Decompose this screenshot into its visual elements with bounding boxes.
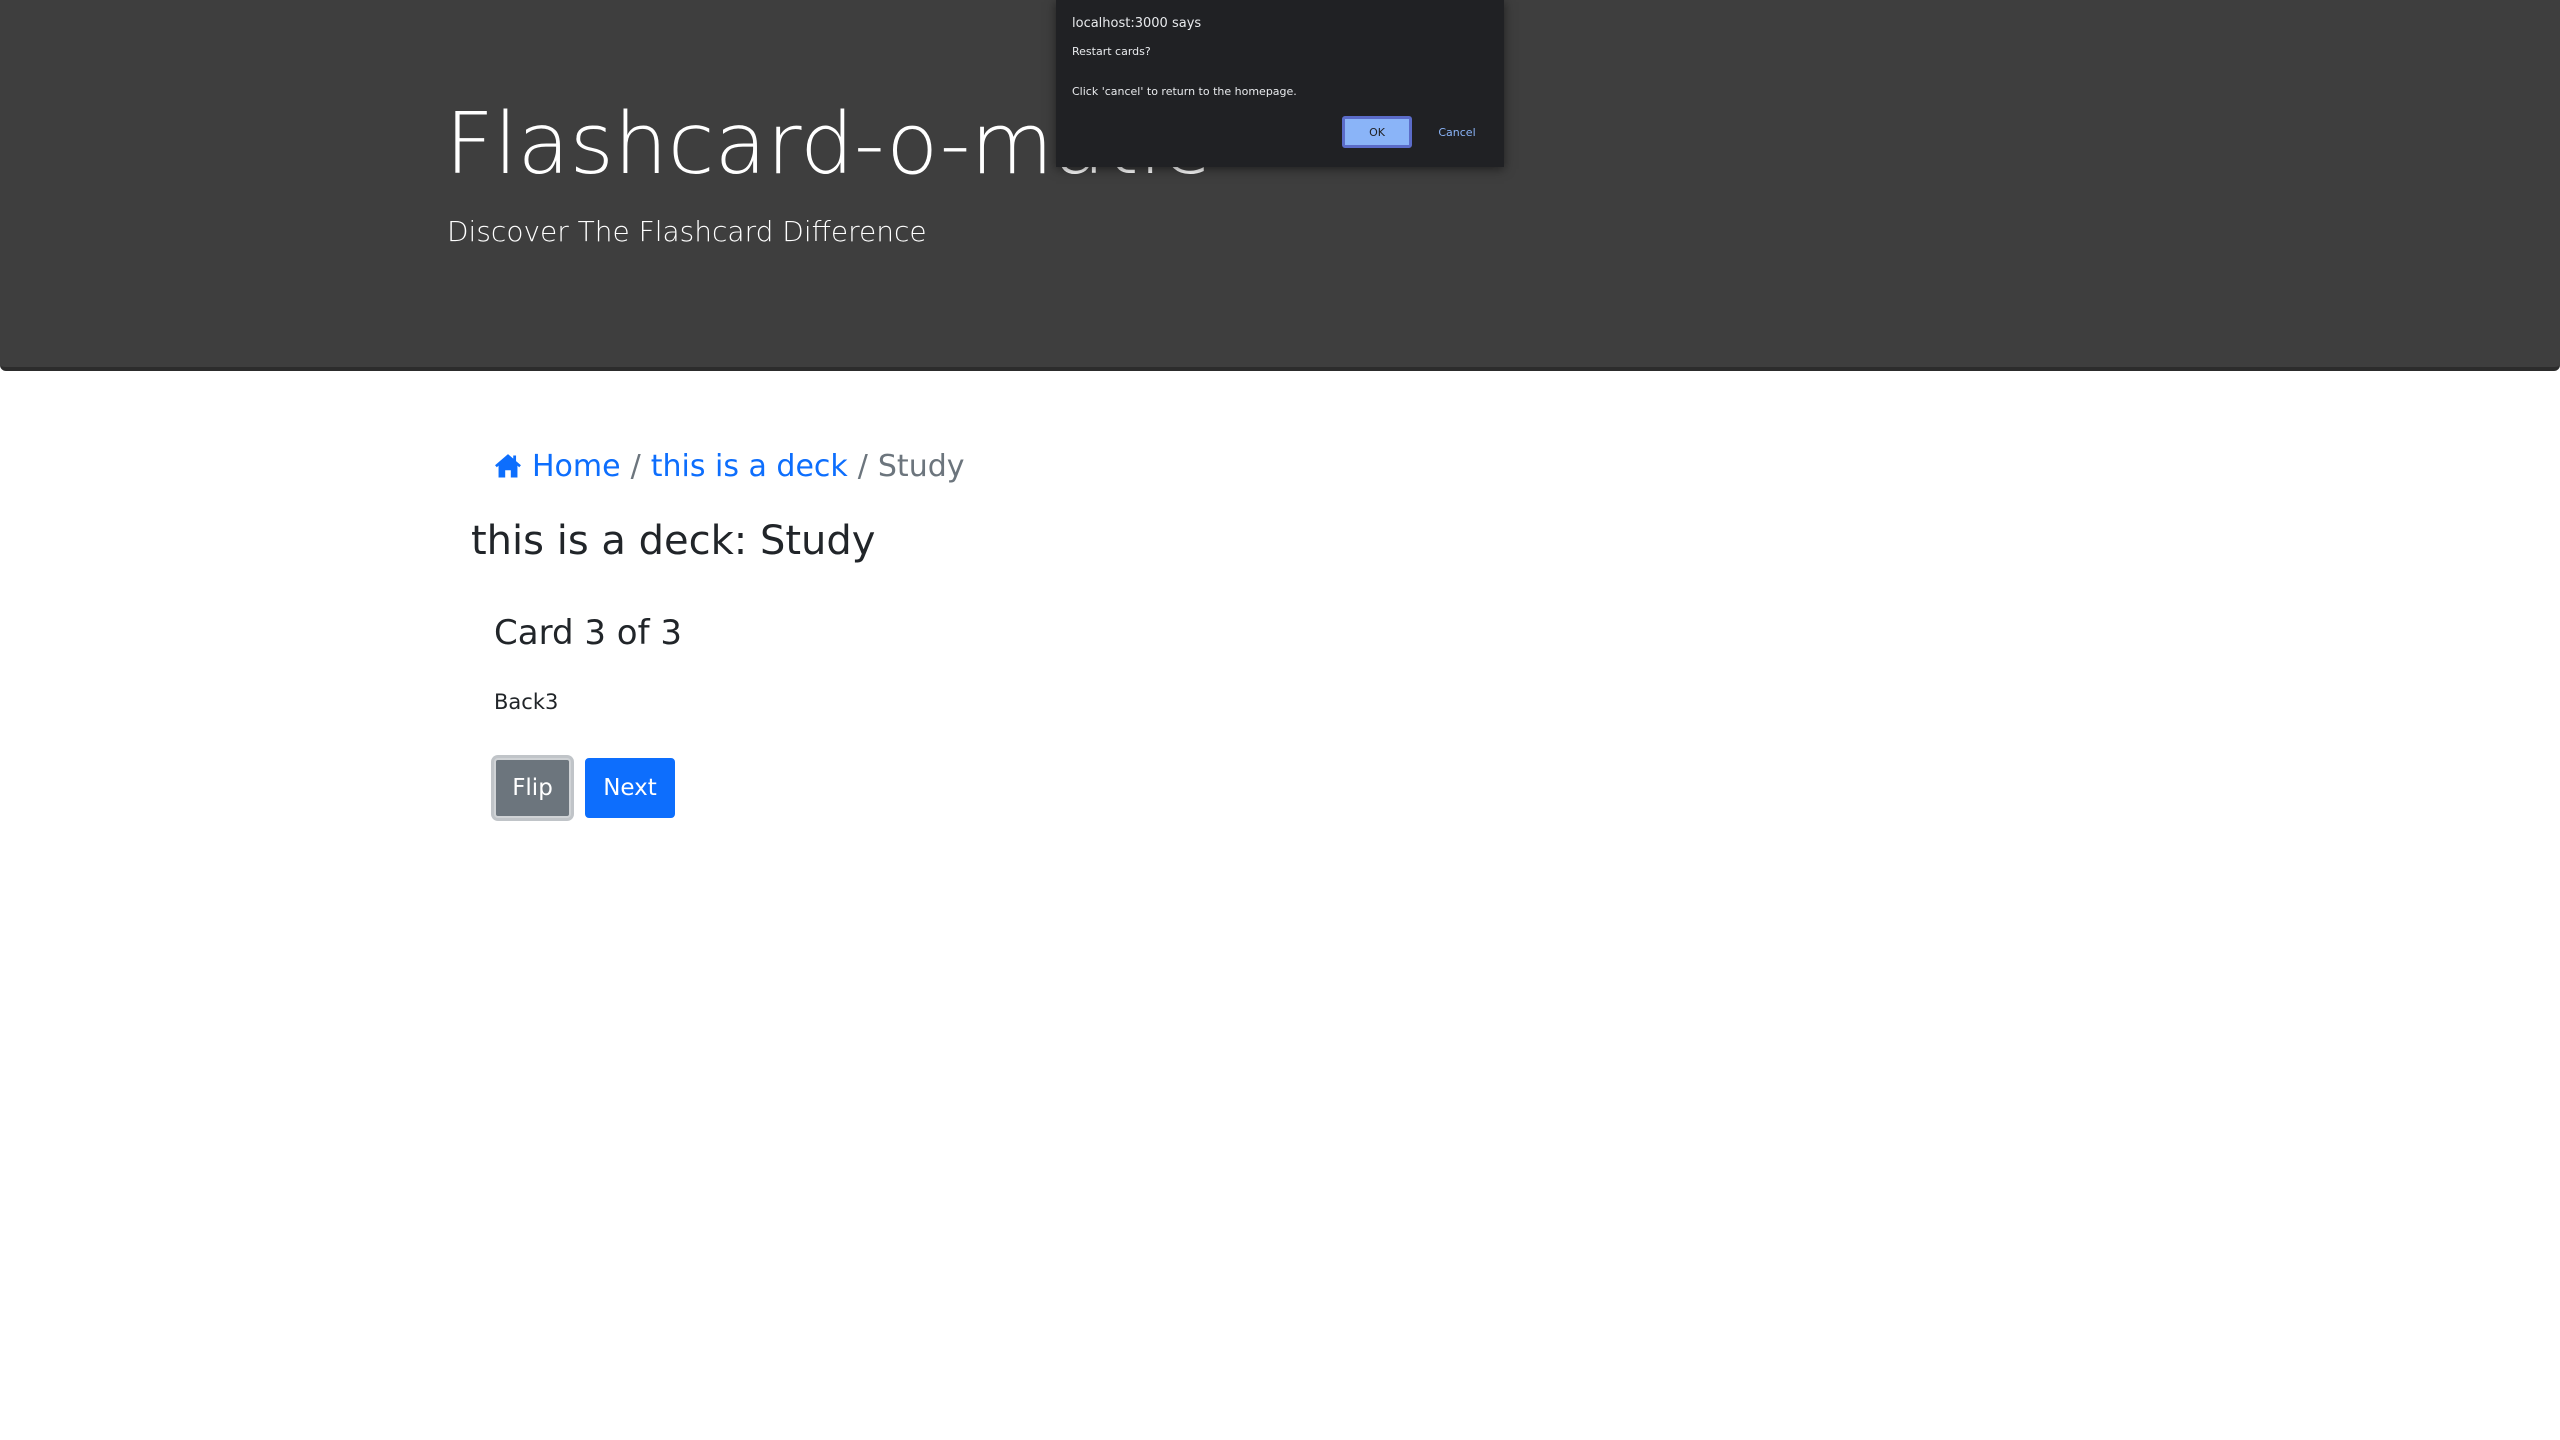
page-title: this is a deck: Study [471, 518, 876, 564]
breadcrumb: Home / this is a deck / Study [494, 444, 965, 488]
card-text: Back3 [494, 690, 559, 714]
breadcrumb-separator: / [630, 448, 641, 484]
breadcrumb-separator: / [857, 448, 868, 484]
confirm-dialog: localhost:3000 says Restart cards? Click… [1056, 0, 1504, 167]
dialog-origin: localhost:3000 says [1072, 16, 1202, 31]
card-counter: Card 3 of 3 [494, 613, 682, 653]
breadcrumb-home-label: Home [532, 448, 621, 484]
dialog-ok-button[interactable]: OK [1342, 116, 1412, 148]
breadcrumb-deck-link[interactable]: this is a deck [651, 449, 848, 484]
site-tagline: Discover The Flashcard Difference [447, 215, 927, 248]
breadcrumb-current: Study [877, 448, 965, 484]
dialog-cancel-button[interactable]: Cancel [1422, 116, 1492, 148]
dialog-hint: Click 'cancel' to return to the homepage… [1072, 85, 1297, 98]
next-button[interactable]: Next [585, 758, 675, 818]
dialog-message: Restart cards? [1072, 45, 1151, 58]
flip-button[interactable]: Flip [494, 758, 571, 818]
house-icon [495, 454, 521, 478]
breadcrumb-home-link[interactable]: Home [494, 449, 621, 484]
